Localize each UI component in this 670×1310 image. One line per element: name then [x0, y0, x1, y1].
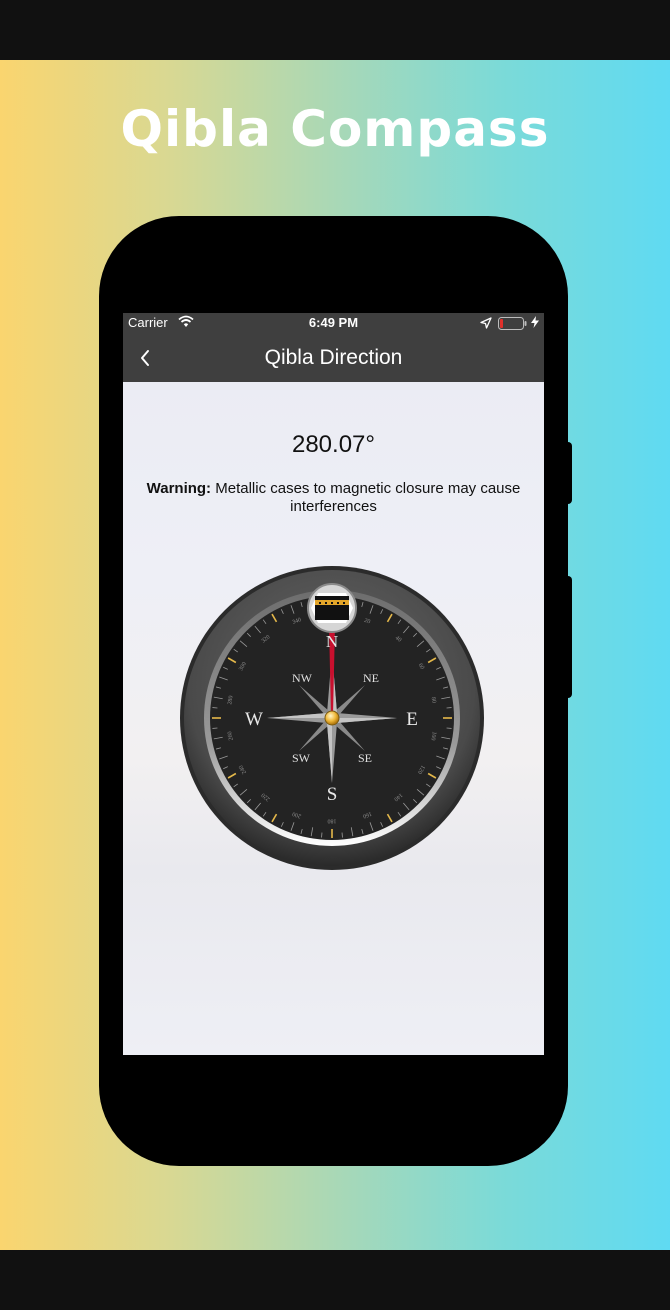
warning-message: Warning: Metallic cases to magnetic clos…	[143, 480, 524, 516]
phone-side-button	[568, 576, 572, 698]
phone-screen: Carrier 6:49 PM Qibla Direction 280.07° …	[123, 313, 544, 1055]
battery-icon	[498, 317, 527, 330]
location-arrow-icon	[480, 317, 492, 329]
phone-side-button	[568, 442, 572, 504]
intercardinal-sw: SW	[292, 751, 311, 765]
intercardinal-se: SE	[358, 751, 372, 765]
cardinal-w: W	[245, 709, 263, 730]
cardinal-e: E	[406, 709, 418, 730]
promo-background: Qibla Compass Carrier 6:49 PM Qibla Dire…	[0, 60, 670, 1250]
compass-center-pin	[324, 710, 340, 726]
compass-dial: 2040608010012014016018020022024026028030…	[180, 566, 484, 870]
status-bar: Carrier 6:49 PM	[123, 313, 544, 333]
degree-label: 180	[328, 818, 337, 824]
warning-text: Metallic cases to magnetic closure may c…	[211, 480, 521, 515]
phone-frame: Carrier 6:49 PM Qibla Direction 280.07° …	[99, 216, 572, 1166]
intercardinal-nw: NW	[292, 671, 313, 685]
cardinal-n: N	[326, 632, 338, 651]
navigation-bar: Qibla Direction	[123, 333, 544, 382]
warning-label: Warning:	[146, 480, 212, 497]
intercardinal-ne: NE	[363, 671, 379, 685]
cardinal-s: S	[327, 784, 338, 805]
degree-label: 80	[430, 697, 437, 704]
kaaba-icon	[307, 583, 357, 633]
nav-title: Qibla Direction	[264, 346, 403, 369]
promo-title: Qibla Compass	[120, 100, 550, 158]
charging-bolt-icon	[531, 316, 539, 328]
heading-degrees: 280.07°	[291, 431, 375, 458]
